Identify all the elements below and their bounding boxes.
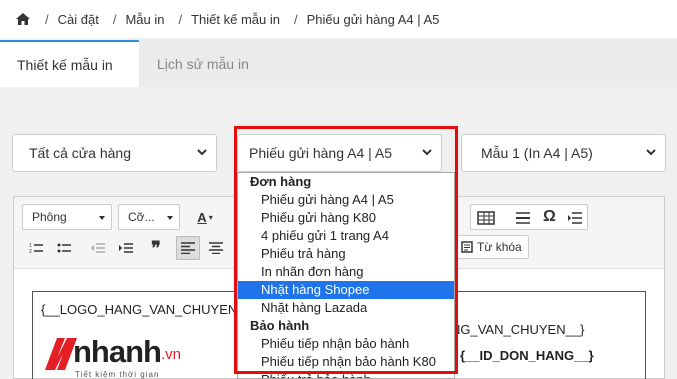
store-select[interactable]: Tất cả cửa hàng	[12, 134, 217, 172]
table-icon[interactable]	[477, 211, 495, 225]
indent-icon[interactable]	[114, 236, 138, 260]
chevron-down-icon	[646, 149, 656, 156]
breadcrumb: / Cài đặt / Mẫu in / Thiết kế mẫu in / P…	[0, 0, 677, 38]
tab-bar: Thiết kế mẫu in Lịch sử mẫu in	[0, 40, 677, 87]
font-size-label: Cỡ...	[128, 210, 155, 224]
version-select[interactable]: Mẫu 1 (In A4 | A5)	[461, 134, 666, 172]
store-select-value: Tất cả cửa hàng	[29, 145, 131, 161]
breadcrumb-item-template-design[interactable]: Thiết kế mẫu in	[191, 12, 280, 27]
breadcrumb-separator: /	[112, 11, 117, 27]
outdent-icon[interactable]	[86, 236, 110, 260]
breadcrumb-item-settings[interactable]: Cài đặt	[58, 12, 99, 27]
horizontal-line-icon[interactable]	[515, 211, 531, 225]
tab-template-history[interactable]: Lịch sử mẫu in	[139, 40, 266, 87]
highlight-frame	[234, 126, 458, 374]
logo-text: nhanh	[73, 334, 162, 369]
breadcrumb-separator: /	[45, 11, 49, 27]
nhanh-logo: nhanh .vn Tiết kiệm thời gian	[43, 334, 193, 379]
align-center-icon[interactable]	[204, 236, 228, 260]
align-left-icon[interactable]	[176, 236, 200, 260]
font-color-button[interactable]: A ▾	[190, 205, 220, 229]
breadcrumb-item-print-templates[interactable]: Mẫu in	[125, 12, 164, 27]
logo-tagline: Tiết kiệm thời gian	[75, 370, 160, 379]
tab-template-design[interactable]: Thiết kế mẫu in	[0, 40, 139, 87]
version-select-value: Mẫu 1 (In A4 | A5)	[481, 145, 593, 161]
font-size-select[interactable]: Cỡ...	[118, 204, 180, 230]
font-color-label: A	[197, 209, 207, 225]
keyword-button[interactable]: Từ khóa	[454, 235, 529, 259]
caret-down-icon: ▾	[208, 212, 213, 222]
ordered-list-icon[interactable]: 12	[24, 236, 48, 260]
logo-suffix: .vn	[161, 346, 182, 363]
bulleted-list-icon[interactable]	[52, 236, 76, 260]
breadcrumb-item-current: Phiếu gửi hàng A4 | A5	[306, 11, 440, 27]
breadcrumb-separator: /	[178, 11, 183, 27]
chevron-down-icon	[197, 149, 207, 156]
special-char-icon[interactable]: Ω	[543, 208, 556, 226]
font-family-select[interactable]: Phông	[22, 204, 112, 230]
shipping-variable: NG_VAN_CHUYEN__}	[451, 322, 585, 337]
toolbar-group-insert: Ω	[470, 204, 588, 230]
home-icon[interactable]	[15, 12, 31, 26]
keyword-icon	[461, 241, 473, 253]
caret-down-icon	[99, 216, 105, 220]
blockquote-icon[interactable]: ❞	[144, 236, 168, 260]
order-id-variable: {__ID_DON_HANG__}	[460, 348, 594, 363]
breadcrumb-separator: /	[293, 11, 298, 27]
logo-variable: {__LOGO_HANG_VAN_CHUYEN__}	[41, 302, 257, 317]
keyword-label: Từ khóa	[477, 240, 522, 254]
page-break-icon[interactable]	[567, 211, 583, 225]
font-family-label: Phông	[32, 210, 67, 224]
svg-text:2: 2	[29, 249, 32, 254]
caret-down-icon	[167, 216, 173, 220]
